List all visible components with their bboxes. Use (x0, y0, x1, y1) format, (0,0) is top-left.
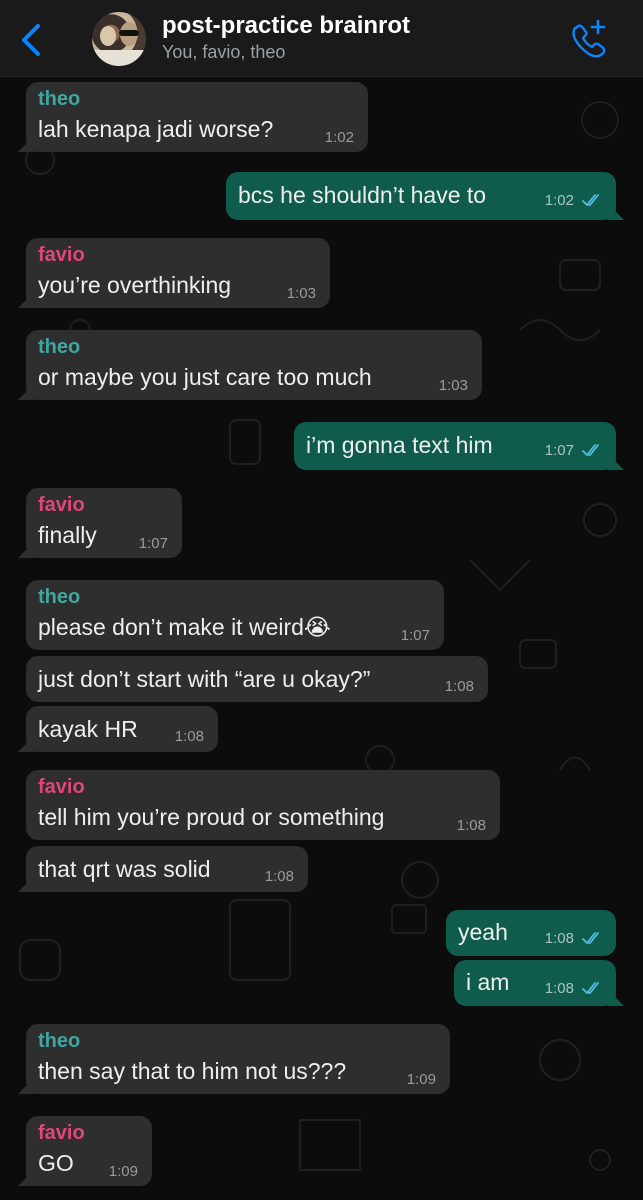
message-text: i am (466, 969, 510, 995)
message-time: 1:03 (438, 377, 468, 394)
message-text: please don’t make it weird😭 (38, 614, 331, 640)
message-bubble[interactable]: i’m gonna text him 1:07 (294, 422, 616, 470)
message-time: 1:03 (286, 285, 316, 302)
message-bubble[interactable]: kayak HR 1:08 (26, 706, 218, 752)
message-bubble[interactable]: theo please don’t make it weird😭 1:07 (26, 580, 444, 650)
message-time: 1:02 (544, 192, 574, 209)
message-list[interactable]: theo lah kenapa jadi worse? 1:02 bcs he … (0, 76, 643, 1200)
message-bubble[interactable]: favio finally 1:07 (26, 488, 182, 558)
message-bubble[interactable]: yeah 1:08 (446, 910, 616, 956)
message-text: lah kenapa jadi worse? (38, 116, 274, 142)
phone-plus-icon (572, 19, 606, 58)
message-text: i’m gonna text him (306, 432, 493, 458)
message-text: you’re overthinking (38, 272, 232, 298)
message-text: that qrt was solid (38, 856, 211, 882)
message-time: 1:02 (324, 129, 354, 146)
sender-name: favio (38, 494, 85, 516)
message-bubble[interactable]: that qrt was solid 1:08 (26, 846, 308, 892)
chat-members[interactable]: You, favio, theo (162, 42, 285, 63)
sender-name: theo (38, 336, 81, 358)
message-bubble[interactable]: favio you’re overthinking 1:03 (26, 238, 330, 308)
message-time: 1:08 (264, 868, 294, 885)
read-receipt-icon (582, 444, 599, 456)
back-button[interactable] (14, 20, 48, 60)
message-bubble[interactable]: bcs he shouldn’t have to 1:02 (226, 172, 616, 220)
sender-name: favio (38, 244, 85, 266)
message-time: 1:07 (400, 627, 430, 644)
message-time: 1:08 (174, 728, 204, 745)
message-bubble[interactable]: favio GO 1:09 (26, 1116, 152, 1186)
message-time: 1:08 (544, 980, 574, 997)
message-time: 1:08 (456, 817, 486, 834)
chat-header: post-practice brainrot You, favio, theo (0, 0, 643, 77)
message-text: kayak HR (38, 716, 138, 742)
message-bubble[interactable]: theo or maybe you just care too much 1:0… (26, 330, 482, 400)
message-text: or maybe you just care too much (38, 364, 372, 390)
message-bubble[interactable]: theo then say that to him not us??? 1:09 (26, 1024, 450, 1094)
message-time: 1:08 (444, 678, 474, 695)
message-text: tell him you’re proud or something (38, 804, 385, 830)
sender-name: theo (38, 586, 81, 608)
read-receipt-icon (582, 932, 599, 944)
chevron-left-icon (22, 24, 40, 56)
message-time: 1:09 (406, 1071, 436, 1088)
message-text: then say that to him not us??? (38, 1058, 347, 1084)
read-receipt-icon (582, 194, 599, 206)
message-time: 1:09 (108, 1163, 138, 1180)
message-bubble[interactable]: favio tell him you’re proud or something… (26, 770, 500, 840)
group-avatar[interactable] (92, 12, 146, 66)
message-time: 1:08 (544, 930, 574, 947)
message-text: bcs he shouldn’t have to (238, 182, 487, 208)
chat-title[interactable]: post-practice brainrot (162, 12, 410, 40)
message-bubble[interactable]: theo lah kenapa jadi worse? 1:02 (26, 82, 368, 152)
message-text: finally (38, 522, 97, 548)
sender-name: theo (38, 1030, 81, 1052)
read-receipt-icon (582, 982, 599, 994)
sender-name: favio (38, 776, 85, 798)
sender-name: theo (38, 88, 81, 110)
message-text: GO (38, 1150, 74, 1176)
message-bubble[interactable]: i am 1:08 (454, 960, 616, 1006)
message-text: just don’t start with “are u okay?” (38, 666, 371, 692)
message-bubble[interactable]: just don’t start with “are u okay?” 1:08 (26, 656, 488, 702)
message-time: 1:07 (544, 442, 574, 459)
add-call-button[interactable] (568, 18, 608, 58)
message-text: yeah (458, 919, 508, 945)
sender-name: favio (38, 1122, 85, 1144)
message-time: 1:07 (138, 535, 168, 552)
